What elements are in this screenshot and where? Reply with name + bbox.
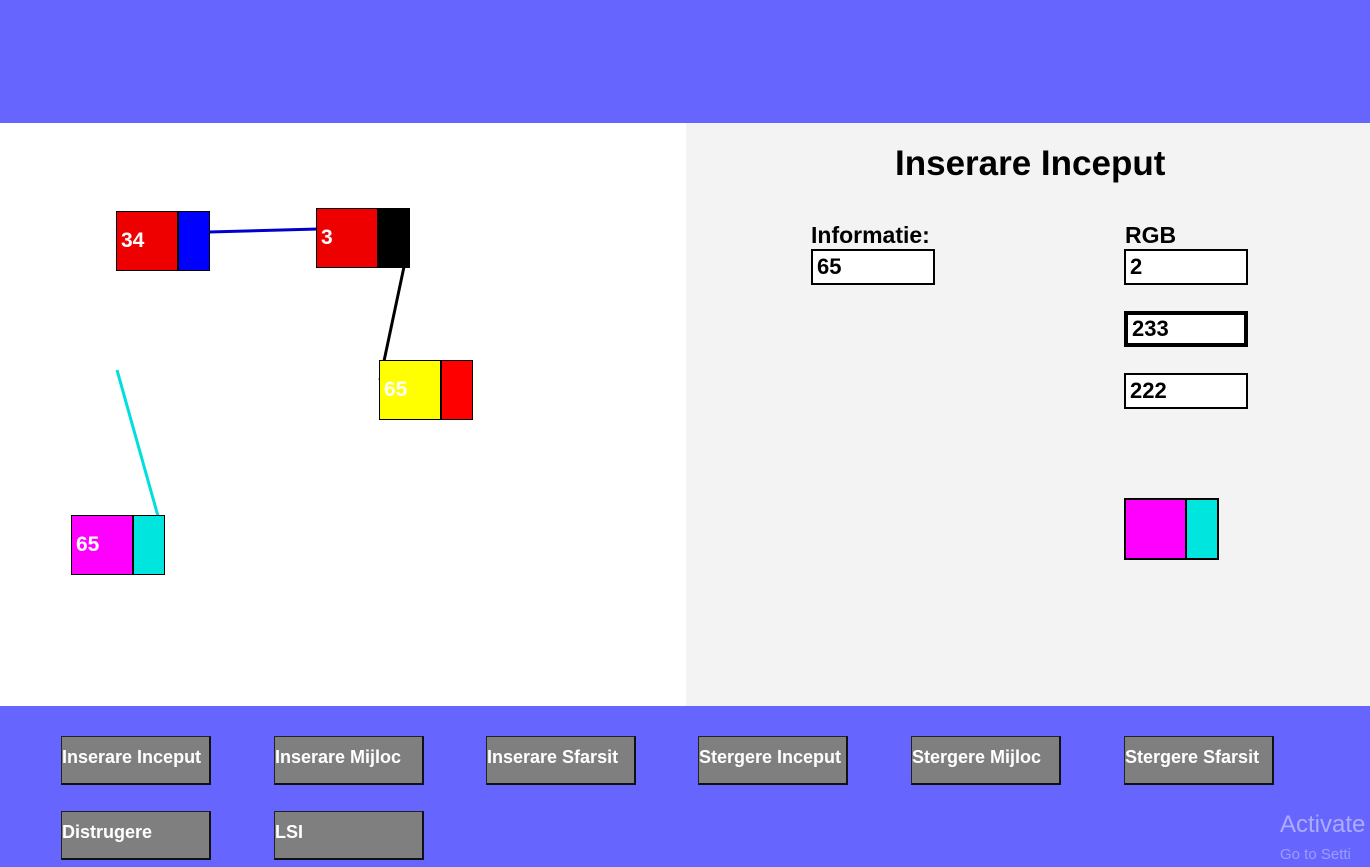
info-input[interactable]: 65 bbox=[811, 249, 935, 285]
activation-watermark: Activate bbox=[1280, 811, 1366, 838]
color-preview bbox=[1124, 498, 1219, 560]
node-info: 65 bbox=[72, 516, 134, 574]
node-info: 34 bbox=[117, 212, 179, 270]
blue-input[interactable]: 222 bbox=[1124, 373, 1248, 409]
list-node: 65 bbox=[379, 360, 473, 420]
destroy-button[interactable]: Distrugere bbox=[61, 811, 211, 860]
node-pointer bbox=[379, 209, 409, 267]
activation-watermark-subtext: Go to Setti bbox=[1280, 846, 1351, 863]
preview-info-swatch bbox=[1126, 500, 1187, 558]
list-node: 3 bbox=[316, 208, 410, 268]
panel-title: Inserare Inceput bbox=[895, 144, 1166, 183]
insert-middle-button[interactable]: Inserare Mijloc bbox=[274, 736, 424, 785]
node-pointer bbox=[179, 212, 209, 270]
insert-start-button[interactable]: Inserare Inceput bbox=[61, 736, 211, 785]
insert-end-button[interactable]: Inserare Sfarsit bbox=[486, 736, 636, 785]
rgb-label: RGB bbox=[1125, 222, 1177, 248]
delete-middle-button[interactable]: Stergere Mijloc bbox=[911, 736, 1061, 785]
red-input[interactable]: 2 bbox=[1124, 249, 1248, 285]
info-label: Informatie: bbox=[811, 222, 930, 248]
delete-start-button[interactable]: Stergere Inceput bbox=[698, 736, 848, 785]
top-bar bbox=[0, 0, 1370, 123]
node-pointer bbox=[134, 516, 164, 574]
preview-pointer-swatch bbox=[1187, 500, 1217, 558]
node-pointer bbox=[442, 361, 472, 419]
green-input[interactable]: 233 bbox=[1124, 311, 1248, 347]
operation-panel bbox=[686, 123, 1370, 706]
lsi-button[interactable]: LSI bbox=[274, 811, 424, 860]
list-node: 65 bbox=[71, 515, 165, 575]
list-node: 34 bbox=[116, 211, 210, 271]
delete-end-button[interactable]: Stergere Sfarsit bbox=[1124, 736, 1274, 785]
node-info: 65 bbox=[380, 361, 442, 419]
node-info: 3 bbox=[317, 209, 379, 267]
